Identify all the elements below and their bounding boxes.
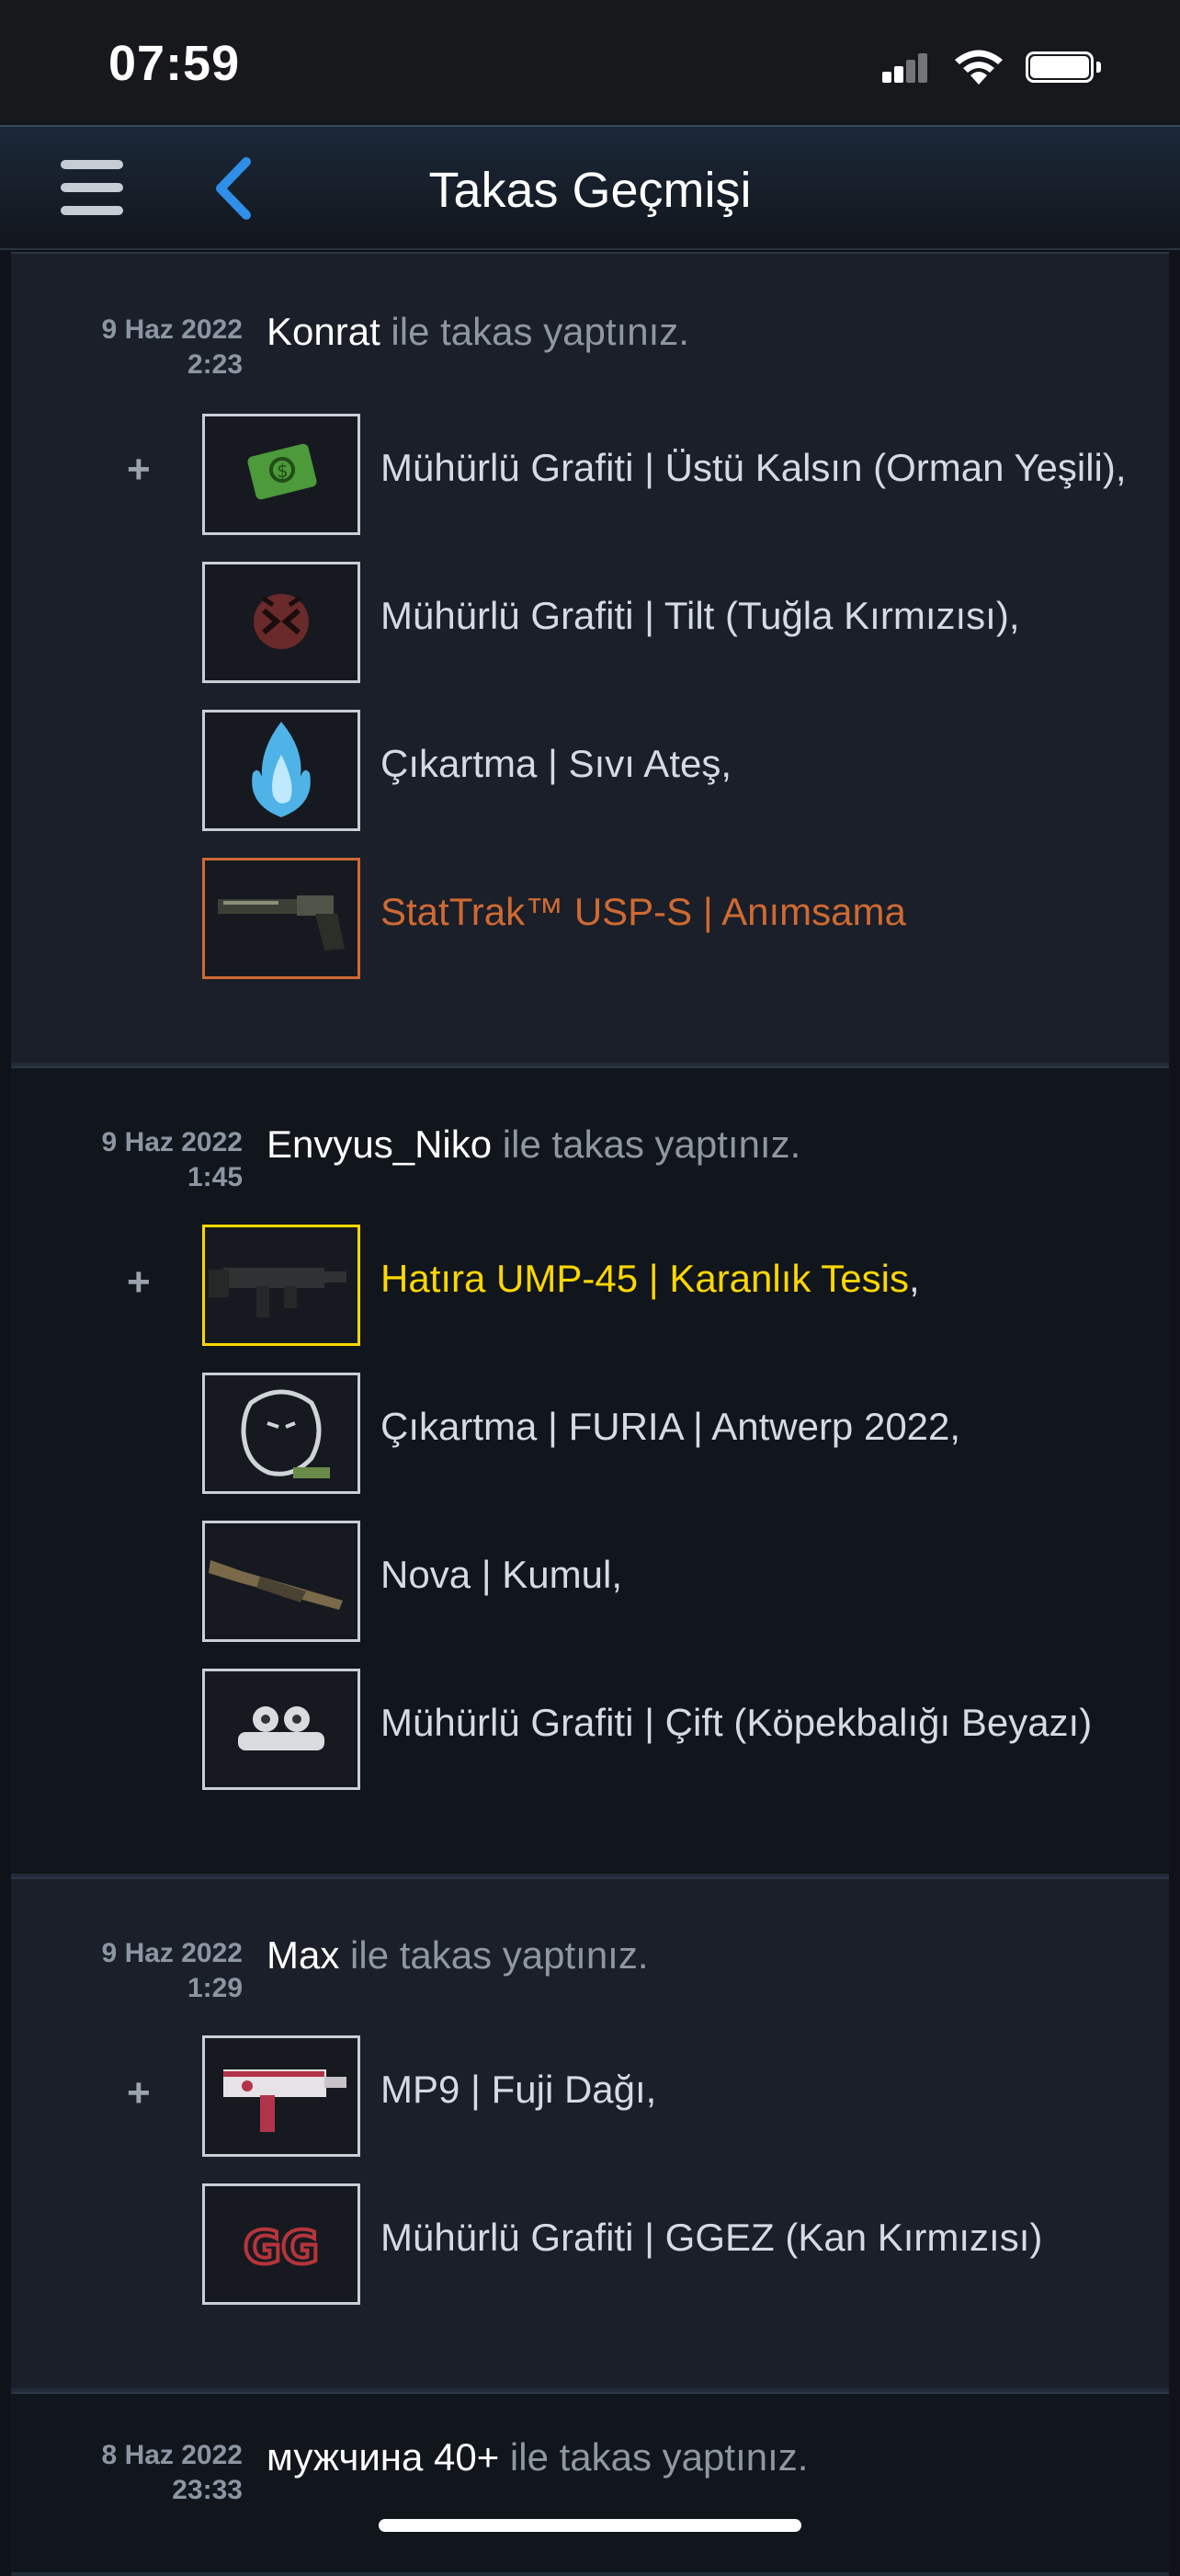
item-name: Çıkartma | FURIA | Antwerp 2022,: [380, 1405, 961, 1448]
page-title: Takas Geçmişi: [428, 163, 752, 218]
trade-date-time: 1:45: [187, 1162, 243, 1192]
item-thumbnail[interactable]: [202, 710, 360, 831]
trade-date: 9 Haz 2022 1:45: [11, 1125, 243, 1195]
mp9-icon: [223, 2069, 346, 2132]
item-thumbnail[interactable]: [202, 1521, 360, 1642]
trade-partner-name[interactable]: Konrat: [267, 310, 380, 353]
trade-item[interactable]: GG Mühürlü Grafiti | GGEZ (Kan Kırmızısı…: [202, 2183, 1167, 2305]
item-name: Mühürlü Grafiti | Çift (Köpekbalığı Beya…: [380, 1701, 1093, 1744]
trade-date-time: 23:33: [172, 2475, 243, 2505]
pistol-icon: [218, 895, 345, 951]
trade-item[interactable]: MP9 | Fuji Dağı,: [202, 2035, 1167, 2157]
trade-partner-name[interactable]: Envyus_Niko: [267, 1123, 492, 1166]
trade-description: ile takas yaptınız.: [492, 1123, 801, 1166]
trade-date-day: 9 Haz 2022: [101, 1938, 243, 1968]
shotgun-icon: [209, 1560, 343, 1610]
plus-icon: +: [127, 447, 151, 492]
smg-icon: [209, 1268, 346, 1317]
trade-date-time: 2:23: [187, 349, 243, 380]
item-thumbnail[interactable]: [202, 858, 360, 979]
tilt-graffiti-icon: [254, 594, 309, 649]
status-icons: [862, 48, 1101, 88]
panther-sticker-icon: [241, 1389, 330, 1478]
trade-item[interactable]: StatTrak™ USP-S | Anımsama: [202, 858, 1167, 979]
trade-description: ile takas yaptınız.: [380, 310, 689, 353]
item-thumbnail[interactable]: GG: [202, 2183, 360, 2305]
trade-date-day: 9 Haz 2022: [101, 314, 243, 345]
top-navigation-bar: Takas Geçmişi: [0, 125, 1180, 250]
wifi-icon: [955, 50, 1003, 85]
svg-text:GG: GG: [244, 2221, 319, 2274]
trade-item[interactable]: Mühürlü Grafiti | Çift (Köpekbalığı Beya…: [202, 1669, 1167, 1790]
trade-date: 9 Haz 2022 1:29: [11, 1936, 243, 2006]
status-bar: 07:59: [0, 0, 1180, 125]
item-name: Nova | Kumul,: [380, 1553, 623, 1596]
status-time: 07:59: [108, 36, 241, 91]
trade-item[interactable]: Çıkartma | FURIA | Antwerp 2022,: [202, 1373, 1167, 1494]
blue-fire-sticker-icon: [252, 722, 311, 817]
trade-date: 9 Haz 2022 2:23: [11, 313, 243, 382]
trade-partner-name[interactable]: мужчина 40+: [267, 2435, 499, 2479]
trade-date-time: 1:29: [187, 1973, 243, 2003]
item-thumbnail[interactable]: [202, 1373, 360, 1494]
trade-date-day: 8 Haz 2022: [101, 2440, 243, 2470]
trade-header: мужчина 40+ ile takas yaptınız.: [267, 2434, 808, 2480]
trade-entry: 9 Haz 2022 2:23 Konrat ile takas yaptını…: [11, 252, 1169, 1066]
trade-item[interactable]: $ Mühürlü Grafiti | Üstü Kalsın (Orman Y…: [202, 414, 1167, 535]
double-graffiti-icon: [238, 1706, 324, 1750]
item-name: Çıkartma | Sıvı Ateş,: [380, 742, 732, 785]
trade-history-list: 9 Haz 2022 2:23 Konrat ile takas yaptını…: [11, 252, 1169, 2576]
trade-item[interactable]: Çıkartma | Sıvı Ateş,: [202, 710, 1167, 831]
trade-header: Konrat ile takas yaptınız.: [267, 309, 689, 355]
trade-header: Envyus_Niko ile takas yaptınız.: [267, 1122, 800, 1168]
item-name: StatTrak™ USP-S | Anımsama: [380, 890, 906, 933]
money-graffiti-icon: $: [247, 443, 317, 500]
item-name: Mühürlü Grafiti | GGEZ (Kan Kırmızısı): [380, 2216, 1043, 2259]
item-name: Hatıra UMP-45 | Karanlık Tesis,: [380, 1257, 920, 1300]
trade-date: 8 Haz 2022 23:33: [11, 2438, 243, 2508]
item-thumbnail[interactable]: [202, 1669, 360, 1790]
plus-icon: +: [127, 1260, 151, 1305]
home-indicator[interactable]: [379, 2519, 801, 2532]
battery-icon: [1026, 51, 1101, 83]
trade-entry: 9 Haz 2022 1:45 Envyus_Niko ile takas ya…: [11, 1066, 1169, 1877]
ggez-graffiti-icon: GG: [242, 2219, 321, 2276]
item-thumbnail[interactable]: [202, 562, 360, 683]
cellular-signal-icon: [882, 53, 927, 83]
item-name: Mühürlü Grafiti | Tilt (Tuğla Kırmızısı)…: [380, 594, 1020, 637]
plus-icon: +: [127, 2070, 151, 2115]
trade-description: ile takas yaptınız.: [499, 2435, 809, 2479]
trade-item[interactable]: Hatıra UMP-45 | Karanlık Tesis,: [202, 1225, 1167, 1346]
trade-description: ile takas yaptınız.: [339, 1933, 649, 1977]
trade-header: Max ile takas yaptınız.: [267, 1932, 649, 1978]
trade-item[interactable]: Mühürlü Grafiti | Tilt (Tuğla Kırmızısı)…: [202, 562, 1167, 683]
trade-entry: 9 Haz 2022 1:29 Max ile takas yaptınız. …: [11, 1877, 1169, 2392]
item-thumbnail[interactable]: $: [202, 414, 360, 535]
trade-partner-name[interactable]: Max: [267, 1933, 339, 1977]
item-name: MP9 | Fuji Dağı,: [380, 2068, 657, 2111]
trade-date-day: 9 Haz 2022: [101, 1127, 243, 1157]
item-thumbnail[interactable]: [202, 1225, 360, 1346]
item-name: Mühürlü Grafiti | Üstü Kalsın (Orman Yeş…: [380, 446, 1127, 489]
svg-text:$: $: [277, 460, 289, 482]
item-thumbnail[interactable]: [202, 2035, 360, 2157]
trade-entry: 8 Haz 2022 23:33 мужчина 40+ ile takas y…: [11, 2392, 1169, 2576]
trade-item[interactable]: Nova | Kumul,: [202, 1521, 1167, 1642]
